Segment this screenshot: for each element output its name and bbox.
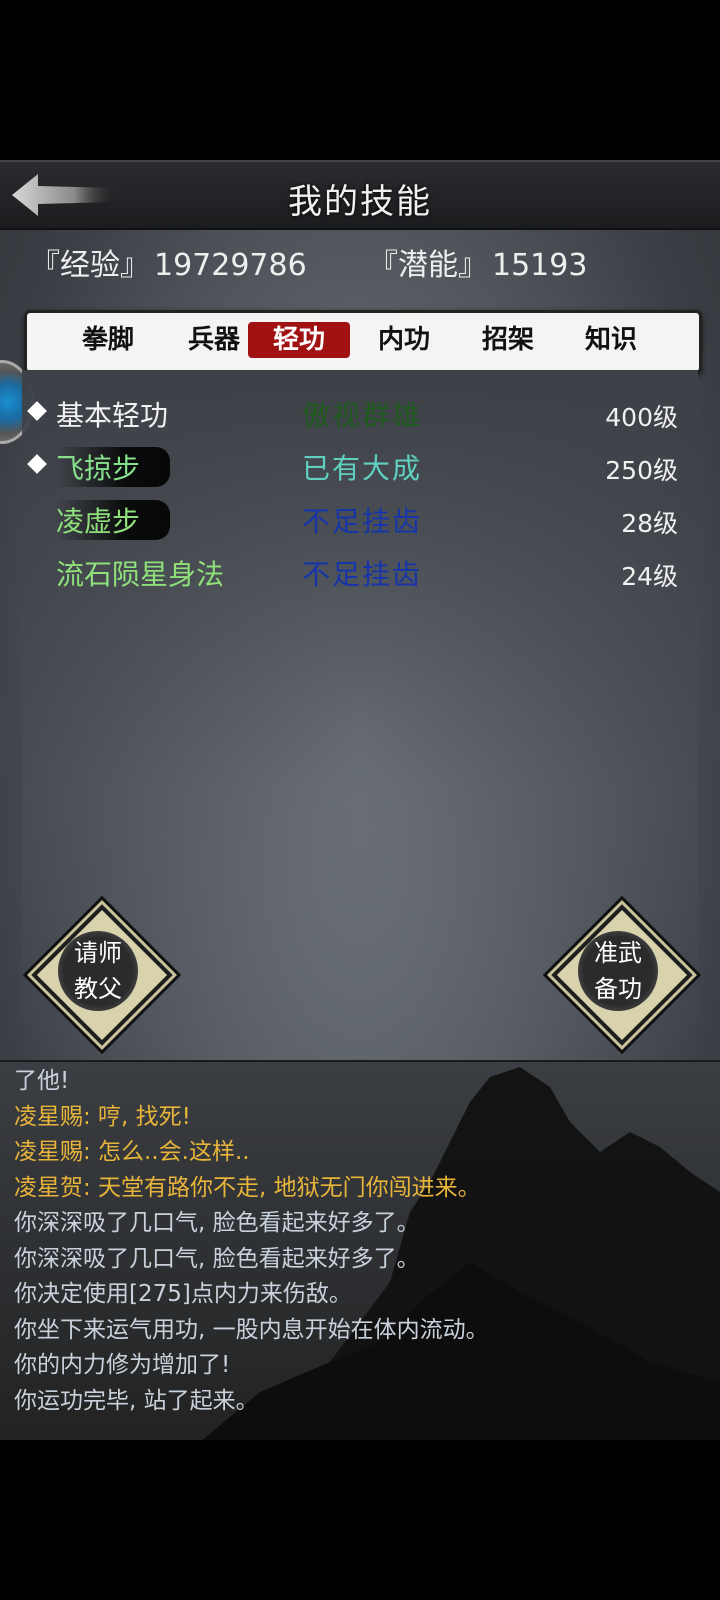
prepare-skill-button[interactable]: 准武 备功 <box>551 904 693 1046</box>
skill-row[interactable]: 凌虚步 不足挂齿 28级 <box>22 496 698 544</box>
tab-fist[interactable]: 拳脚 <box>57 322 159 358</box>
potential-value: 15193 <box>492 248 588 283</box>
skills-screen: 我的技能 『经验』 19729786 『潜能』 15193 拳脚 兵器 轻功 内功 … <box>0 160 720 1440</box>
ask-teacher-button[interactable]: 请师 教父 <box>31 904 173 1046</box>
experience-stat: 『经验』 19729786 <box>30 240 307 284</box>
log-line: 你运功完毕, 站了起来。 <box>14 1387 259 1414</box>
skill-level-text: 不足挂齿 <box>302 558 423 591</box>
potential-label: 『潜能』 <box>368 248 488 283</box>
skill-level-text: 傲视群雄 <box>302 399 423 432</box>
skill-grade: 28级 <box>621 509 678 538</box>
skill-row[interactable]: 基本轻功 傲视群雄 400级 <box>22 390 698 438</box>
title-bar: 我的技能 <box>0 160 720 230</box>
log-line: 凌星赐: 哼, 找死! <box>14 1103 191 1130</box>
skill-name: 凌虚步 <box>56 500 171 540</box>
log-line: 了他! <box>14 1068 70 1094</box>
log-line: 凌星贺: 天堂有路你不走, 地狱无门你闯进来。 <box>14 1174 481 1201</box>
skill-row[interactable]: 飞掠步 已有大成 250级 <box>22 443 698 491</box>
stats-bar: 『经验』 19729786 『潜能』 15193 <box>0 240 720 290</box>
prepare-skill-label-1: 准武 <box>594 939 642 967</box>
skill-name: 基本轻功 <box>56 399 169 432</box>
ask-teacher-label-1: 请师 <box>74 939 122 967</box>
log-line: 凌星赐: 怎么..会.这样.. <box>14 1139 250 1165</box>
skill-name: 流石陨星身法 <box>56 558 225 591</box>
skill-level-text: 不足挂齿 <box>302 505 423 538</box>
skill-grade: 250级 <box>605 456 678 485</box>
tab-lightness[interactable]: 轻功 <box>248 322 350 358</box>
tab-knowledge[interactable]: 知识 <box>560 322 662 358</box>
ask-teacher-label-2: 教父 <box>74 975 122 1003</box>
log-line: 你坐下来运气用功, 一股内息开始在体内流动。 <box>14 1316 489 1343</box>
prepare-skill-label-2: 备功 <box>594 975 642 1003</box>
selected-marker-icon <box>27 454 47 474</box>
skill-grade: 24级 <box>621 562 678 591</box>
page-title: 我的技能 <box>288 182 432 222</box>
message-log[interactable]: 了他! 凌星赐: 哼, 找死! 凌星赐: 怎么..会.这样.. 凌星贺: 天堂有… <box>0 1060 720 1440</box>
log-line: 你的内力修为增加了! <box>14 1352 231 1378</box>
skill-level-text: 已有大成 <box>302 452 423 485</box>
experience-label: 『经验』 <box>30 248 150 283</box>
tab-parry[interactable]: 招架 <box>457 322 559 358</box>
experience-value: 19729786 <box>154 248 307 283</box>
log-line: 你决定使用[275]点内力来伤敌。 <box>14 1281 352 1307</box>
skill-grade: 400级 <box>605 403 678 432</box>
skill-category-tabs: 拳脚 兵器 轻功 内功 招架 知识 <box>24 310 702 374</box>
log-lines: 了他! 凌星赐: 哼, 找死! 凌星赐: 怎么..会.这样.. 凌星贺: 天堂有… <box>14 1064 714 1419</box>
log-line: 你深深吸了几口气, 脸色看起来好多了。 <box>14 1245 420 1272</box>
skill-row[interactable]: 流石陨星身法 不足挂齿 24级 <box>22 549 698 597</box>
skill-name: 飞掠步 <box>56 447 171 487</box>
selected-marker-icon <box>27 401 47 421</box>
log-line: 你深深吸了几口气, 脸色看起来好多了。 <box>14 1210 420 1236</box>
tab-internal[interactable]: 内功 <box>353 322 455 358</box>
potential-stat: 『潜能』 15193 <box>368 240 587 284</box>
